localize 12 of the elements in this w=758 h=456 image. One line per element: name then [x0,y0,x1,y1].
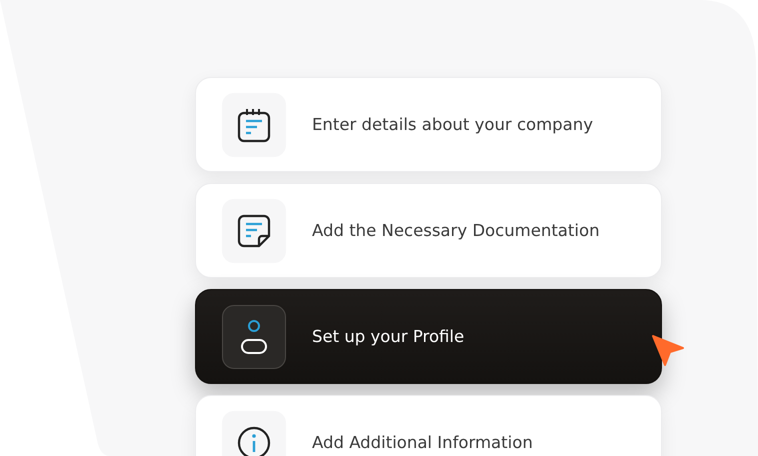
info-icon [236,424,272,456]
step-card[interactable]: Enter details about your company [195,77,662,172]
step-label: Add Additional Information [312,433,533,452]
step-label: Enter details about your company [312,115,593,134]
step-card[interactable]: Add the Necessary Documentation [195,183,662,278]
notepad-icon [237,106,271,142]
step-label: Set up your Profile [312,327,464,346]
cursor-icon [651,334,685,368]
step-label: Add the Necessary Documentation [312,221,600,240]
note-icon [237,214,271,248]
user-icon [239,318,269,354]
step-card[interactable]: Add Additional Information [195,395,662,456]
